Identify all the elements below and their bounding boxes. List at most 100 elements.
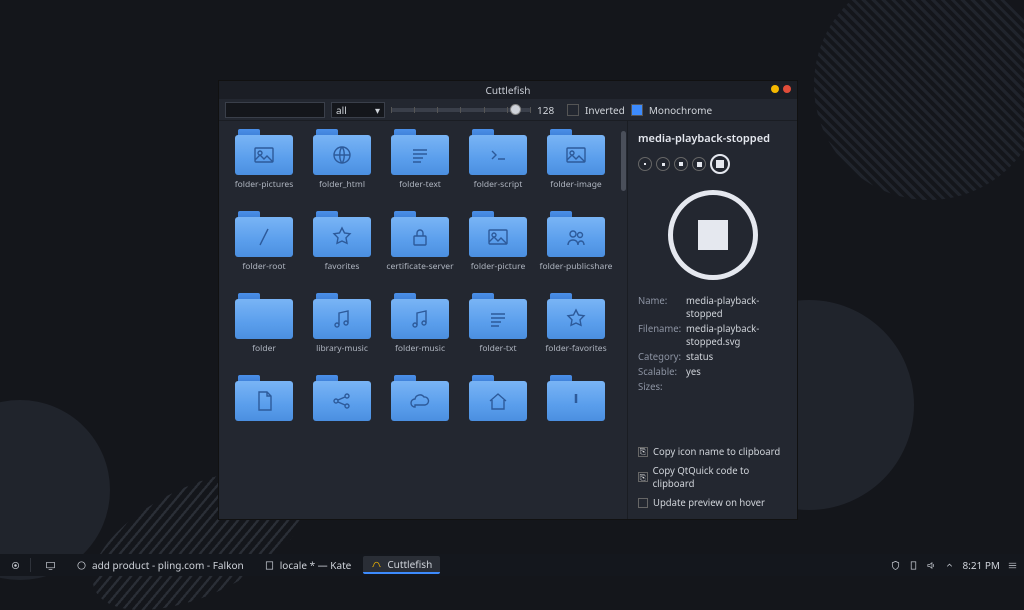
icon-size-slider[interactable]: [391, 108, 531, 112]
browser-icon: [76, 560, 87, 571]
size-preview-selected[interactable]: [710, 154, 730, 174]
icon-label: certificate-server: [386, 261, 453, 272]
folder-icon: [235, 129, 293, 175]
close-button[interactable]: [783, 85, 791, 93]
folder-icon: [313, 375, 371, 421]
taskbar-item-cuttlefish[interactable]: Cuttlefish: [363, 556, 440, 574]
size-preview-8[interactable]: [638, 157, 652, 171]
icon-grid[interactable]: folder-picturesfolder_htmlfolder-textfol…: [219, 121, 621, 519]
titlebar[interactable]: Cuttlefish: [219, 81, 797, 99]
icon-cell[interactable]: folder-favorites: [539, 293, 613, 371]
minimize-button[interactable]: [771, 85, 779, 93]
icon-size-value: 128: [537, 103, 561, 117]
icon-cell[interactable]: folder-picture: [461, 211, 535, 289]
update-on-hover-checkbox[interactable]: Update preview on hover: [638, 496, 787, 509]
meta-key: Scalable:: [638, 365, 686, 378]
copy-qtquick-button[interactable]: ⎘Copy QtQuick code to clipboard: [638, 464, 787, 490]
slider-knob[interactable]: [510, 104, 521, 115]
icon-cell[interactable]: library-music: [305, 293, 379, 371]
folder-icon: [547, 375, 605, 421]
icon-cell[interactable]: folder-text: [383, 129, 457, 207]
clipboard-icon[interactable]: [908, 560, 919, 571]
task-label: Cuttlefish: [387, 557, 432, 571]
icon-label: folder-music: [395, 343, 445, 354]
desktop-decoration: [0, 400, 110, 580]
meta-key: Category:: [638, 350, 686, 363]
icon-cell[interactable]: folder-image: [539, 129, 613, 207]
size-preview-16[interactable]: [656, 157, 670, 171]
desktop-icon: [45, 560, 56, 571]
search-input[interactable]: [225, 102, 325, 118]
icon-label: folder-image: [550, 179, 601, 190]
volume-icon[interactable]: [926, 560, 937, 571]
folder-icon: [547, 293, 605, 339]
separator: [30, 558, 31, 572]
icon-cell[interactable]: [539, 375, 613, 453]
task-label: locale * — Kate: [280, 558, 352, 572]
meta-value: status: [686, 350, 787, 363]
icon-cell[interactable]: [461, 375, 535, 453]
app-launcher-button[interactable]: [6, 556, 24, 574]
taskbar-item-falkon[interactable]: add product - pling.com - Falkon: [68, 556, 252, 574]
inverted-label: Inverted: [585, 103, 625, 117]
icon-cell[interactable]: folder-txt: [461, 293, 535, 371]
icon-cell[interactable]: certificate-server: [383, 211, 457, 289]
icon-cell[interactable]: folder_html: [305, 129, 379, 207]
taskbar-item-kate[interactable]: locale * — Kate: [256, 556, 360, 574]
meta-key: Filename:: [638, 322, 686, 348]
folder-icon: [391, 375, 449, 421]
action-label: Update preview on hover: [653, 496, 765, 509]
icon-cell[interactable]: folder-root: [227, 211, 301, 289]
stop-icon: [698, 220, 728, 250]
icon-cell[interactable]: folder: [227, 293, 301, 371]
icon-label: favorites: [325, 261, 360, 272]
toolbar: all ▾ 128 Inverted Monochrome: [219, 99, 797, 121]
copy-icon-name-button[interactable]: ⎘Copy icon name to clipboard: [638, 445, 787, 458]
launcher-icon: [10, 560, 21, 571]
inverted-checkbox[interactable]: [567, 104, 579, 116]
icon-label: folder-pictures: [235, 179, 294, 190]
desktop-decoration: [814, 0, 1024, 200]
taskbar-item-desktop[interactable]: [37, 556, 64, 574]
icon-cell[interactable]: folder-script: [461, 129, 535, 207]
folder-icon: [547, 211, 605, 257]
icon-label: folder-picture: [471, 261, 526, 272]
details-panel: media-playback-stopped Name:media-playba…: [627, 121, 797, 519]
icon-cell[interactable]: [227, 375, 301, 453]
monochrome-checkbox[interactable]: [631, 104, 643, 116]
action-label: Copy QtQuick code to clipboard: [653, 464, 787, 490]
icon-cell[interactable]: [383, 375, 457, 453]
scrollbar-thumb[interactable]: [621, 131, 626, 191]
folder-icon: [391, 129, 449, 175]
meta-key: Name:: [638, 294, 686, 320]
size-preview-32[interactable]: [692, 157, 706, 171]
action-label: Copy icon name to clipboard: [653, 445, 780, 458]
chevron-down-icon: ▾: [375, 103, 380, 117]
category-filter-combo[interactable]: all ▾: [331, 102, 385, 118]
panel-menu-icon[interactable]: [1007, 560, 1018, 571]
folder-icon: [313, 211, 371, 257]
task-label: add product - pling.com - Falkon: [92, 558, 244, 572]
icon-label: folder_html: [319, 179, 365, 190]
meta-value: media-playback-stopped.svg: [686, 322, 787, 348]
folder-icon: [391, 293, 449, 339]
icon-cell[interactable]: folder-pictures: [227, 129, 301, 207]
icon-cell[interactable]: folder-publicshare: [539, 211, 613, 289]
folder-icon: [391, 211, 449, 257]
folder-icon: [469, 375, 527, 421]
system-tray: 8:21 PM: [890, 558, 1018, 572]
window-title: Cuttlefish: [486, 83, 531, 97]
icon-label: folder-favorites: [545, 343, 606, 354]
icon-cell[interactable]: favorites: [305, 211, 379, 289]
taskbar: add product - pling.com - Falkon locale …: [0, 554, 1024, 576]
size-previews: [638, 154, 787, 174]
chevron-up-icon[interactable]: [944, 560, 955, 571]
clock[interactable]: 8:21 PM: [962, 558, 1000, 572]
shield-icon[interactable]: [890, 560, 901, 571]
cuttlefish-icon: [371, 559, 382, 570]
icon-cell[interactable]: [305, 375, 379, 453]
meta-value: media-playback-stopped: [686, 294, 787, 320]
icon-cell[interactable]: folder-music: [383, 293, 457, 371]
icon-label: library-music: [316, 343, 368, 354]
size-preview-22[interactable]: [674, 157, 688, 171]
